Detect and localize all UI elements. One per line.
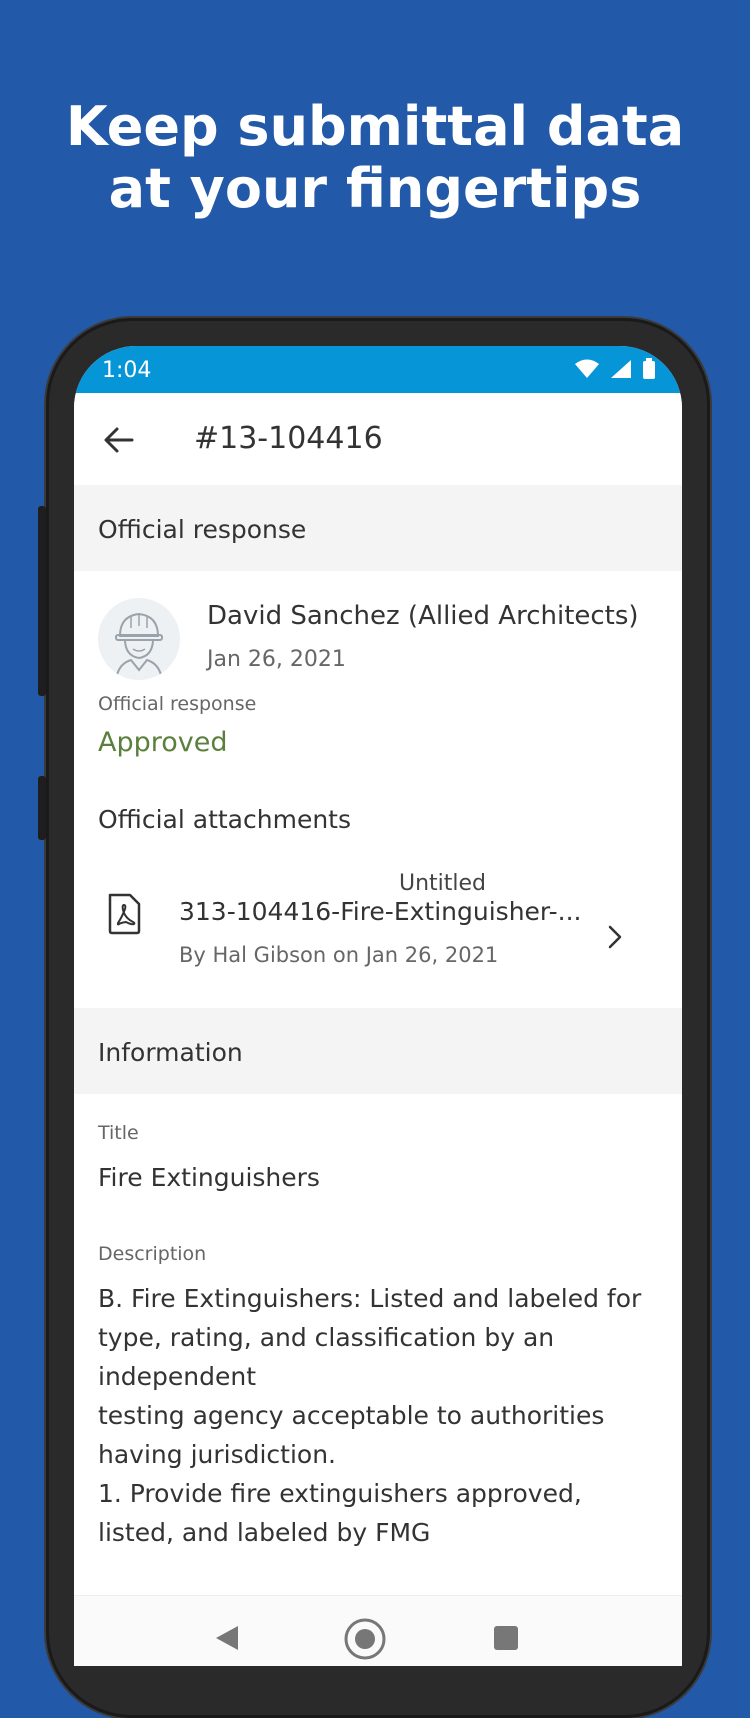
information-card: Title Fire Extinguishers Description B. … [74,1122,682,1552]
status-bar: 1:04 [74,346,682,393]
pdf-file-icon [108,893,141,935]
official-response-card: David Sanchez (Allied Architects) Jan 26… [74,571,682,1008]
attachment-filename: 313-104416-Fire-Extinguisher-... [179,897,582,926]
arrow-left-icon[interactable] [102,423,136,457]
title-field-label: Title [98,1122,139,1144]
attachment-item[interactable]: Untitled 313-104416-Fire-Extinguisher-..… [74,871,682,981]
attachment-meta: By Hal Gibson on Jan 26, 2021 [179,943,499,967]
section-header-label: Official response [98,515,307,544]
headline: Keep submittal data at your fingertips [0,96,750,220]
responder-name: David Sanchez (Allied Architects) [207,601,639,631]
nav-recents-icon[interactable] [494,1626,518,1650]
nav-back-icon[interactable] [214,1624,240,1652]
system-navigation-bar [74,1595,682,1666]
page-title: #13-104416 [194,421,383,456]
description-field-value: B. Fire Extinguishers: Listed and labele… [98,1284,642,1547]
chevron-right-icon [608,925,622,949]
attachment-overlay-label: Untitled [399,871,487,896]
wifi-icon [575,359,599,378]
section-header-official-response: Official response [74,485,682,571]
phone-side-button [38,776,46,840]
description-field-label: Description [98,1243,207,1265]
section-header-information: Information [74,1008,682,1094]
battery-icon [643,358,655,379]
section-header-label: Information [98,1038,243,1067]
title-field-value: Fire Extinguishers [98,1163,320,1192]
phone-side-button [38,506,46,696]
app-bar: #13-104416 [74,393,682,485]
official-response-status: Approved [98,727,228,758]
construction-worker-icon [115,612,163,680]
phone-screen: 1:04 #13-104416 Official response David … [74,346,682,1666]
status-time: 1:04 [102,358,152,383]
official-response-label: Official response [98,693,257,715]
official-attachments-title: Official attachments [98,805,351,834]
nav-home-icon[interactable] [344,1618,386,1660]
response-date: Jan 26, 2021 [207,647,346,672]
avatar [98,598,180,680]
signal-icon [611,360,631,378]
headline-line-1: Keep submittal data [65,95,685,158]
headline-line-2: at your fingertips [108,157,642,220]
